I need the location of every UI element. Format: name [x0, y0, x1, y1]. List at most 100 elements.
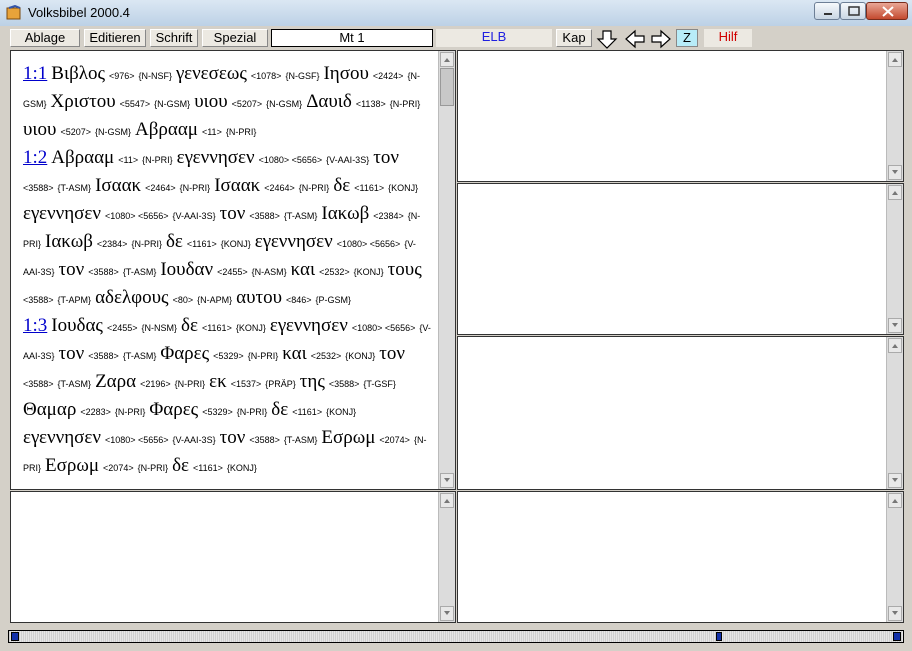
greek-word[interactable]: τον	[59, 259, 85, 280]
scroll-up-button[interactable]	[888, 493, 902, 508]
strong-number[interactable]: <2455>	[217, 267, 248, 277]
strong-number[interactable]: <2074>	[103, 463, 134, 473]
bottom-left-pane[interactable]	[10, 491, 456, 623]
horizontal-scrollbar[interactable]	[8, 630, 904, 643]
scroll-down-button[interactable]	[888, 606, 902, 621]
text-scrollbar[interactable]	[438, 51, 455, 489]
right-pane-1-scrollbar[interactable]	[886, 51, 903, 181]
greek-word[interactable]: εγεννησεν	[23, 203, 101, 224]
strong-number[interactable]: <5329>	[213, 351, 244, 361]
minimize-button[interactable]	[814, 2, 840, 20]
verse-ref-link[interactable]: 1:3	[23, 315, 47, 336]
strong-number[interactable]: <2532>	[311, 351, 342, 361]
strong-number[interactable]: <2532>	[319, 267, 350, 277]
strong-number[interactable]: <80>	[173, 295, 194, 305]
strong-number[interactable]: <1161>	[187, 239, 217, 249]
scroll-right-marker[interactable]	[893, 632, 901, 641]
strong-number[interactable]: <3588>	[88, 351, 119, 361]
strong-number[interactable]: <3588>	[249, 435, 280, 445]
right-pane-2[interactable]	[457, 183, 904, 335]
greek-word[interactable]: Δαυιδ	[306, 91, 352, 112]
z-button[interactable]: Z	[676, 29, 698, 47]
greek-word[interactable]: τους	[388, 259, 422, 280]
greek-word[interactable]: τον	[220, 203, 246, 224]
scroll-up-button[interactable]	[888, 338, 902, 353]
greek-word[interactable]: αδελφους	[95, 287, 169, 308]
greek-word[interactable]: εγεννησεν	[255, 231, 333, 252]
bottom-left-scrollbar[interactable]	[438, 492, 455, 622]
kap-button[interactable]: Kap	[556, 29, 592, 47]
strong-number[interactable]: <2384>	[97, 239, 128, 249]
greek-word[interactable]: εκ	[209, 371, 227, 392]
strong-number[interactable]: <3588>	[249, 211, 280, 221]
greek-word[interactable]: τον	[373, 147, 399, 168]
scroll-up-button[interactable]	[440, 52, 454, 67]
verse-ref-link[interactable]: 1:2	[23, 147, 47, 168]
strong-number[interactable]: <1161>	[202, 323, 232, 333]
strong-number[interactable]: <1080> <5656>	[259, 155, 323, 165]
greek-word[interactable]: δε	[333, 175, 350, 196]
scroll-thumb[interactable]	[440, 68, 454, 106]
greek-word[interactable]: Αβρααμ	[135, 119, 198, 140]
strong-number[interactable]: <976>	[109, 71, 135, 81]
spezial-menu[interactable]: Spezial	[202, 29, 268, 47]
greek-word[interactable]: Ισαακ	[214, 175, 260, 196]
scroll-up-button[interactable]	[440, 493, 454, 508]
strong-number[interactable]: <3588>	[23, 295, 54, 305]
strong-number[interactable]: <1537>	[231, 379, 262, 389]
hilf-button[interactable]: Hilf	[704, 29, 752, 47]
bottom-right-scrollbar[interactable]	[886, 492, 903, 622]
scroll-down-button[interactable]	[888, 473, 902, 488]
greek-word[interactable]: Φαρες	[160, 343, 209, 364]
greek-word[interactable]: εγεννησεν	[177, 147, 255, 168]
greek-word[interactable]: τον	[59, 343, 85, 364]
greek-word[interactable]: γενεσεως	[176, 63, 247, 84]
greek-word[interactable]: εγεννησεν	[23, 427, 101, 448]
translation-selector[interactable]: ELB	[436, 29, 552, 47]
ablage-menu[interactable]: Ablage	[10, 29, 80, 47]
close-button[interactable]	[866, 2, 908, 20]
strong-number[interactable]: <3588>	[23, 183, 54, 193]
scroll-down-button[interactable]	[888, 318, 902, 333]
strong-number[interactable]: <5207>	[232, 99, 263, 109]
greek-word[interactable]: Φαρες	[149, 399, 198, 420]
schrift-menu[interactable]: Schrift	[150, 29, 198, 47]
greek-word[interactable]: Θαμαρ	[23, 399, 76, 420]
right-pane-3[interactable]	[457, 336, 904, 490]
arrow-right-icon[interactable]	[650, 29, 672, 49]
right-pane-1[interactable]	[457, 50, 904, 182]
reference-input[interactable]: Mt 1	[271, 29, 433, 47]
right-pane-2-scrollbar[interactable]	[886, 184, 903, 334]
greek-word[interactable]: Ιουδας	[51, 315, 103, 336]
strong-number[interactable]: <2074>	[379, 435, 410, 445]
greek-word[interactable]: Βιβλος	[51, 63, 105, 84]
greek-word[interactable]: Ιακωβ	[45, 231, 93, 252]
strong-number[interactable]: <2464>	[145, 183, 176, 193]
strong-number[interactable]: <2424>	[373, 71, 404, 81]
greek-word[interactable]: υιου	[23, 119, 56, 140]
right-pane-3-scrollbar[interactable]	[886, 337, 903, 489]
strong-number[interactable]: <1161>	[292, 407, 322, 417]
greek-word[interactable]: Ιουδαν	[160, 259, 213, 280]
strong-number[interactable]: <2196>	[140, 379, 171, 389]
strong-number[interactable]: <1138>	[356, 99, 386, 109]
scroll-left-marker[interactable]	[11, 632, 19, 641]
greek-word[interactable]: Ισαακ	[95, 175, 141, 196]
strong-number[interactable]: <1080> <5656>	[352, 323, 416, 333]
greek-word[interactable]: Εσρωμ	[45, 455, 99, 476]
bottom-right-pane[interactable]	[457, 491, 904, 623]
greek-word[interactable]: υιου	[194, 91, 227, 112]
strong-number[interactable]: <2384>	[373, 211, 404, 221]
strong-number[interactable]: <2283>	[80, 407, 111, 417]
greek-word[interactable]: και	[282, 343, 306, 364]
greek-word[interactable]: και	[291, 259, 315, 280]
greek-word[interactable]: δε	[166, 231, 183, 252]
scroll-position-marker[interactable]	[716, 632, 722, 641]
greek-word[interactable]: Αβρααμ	[51, 147, 114, 168]
greek-word[interactable]: τον	[220, 427, 246, 448]
strong-number[interactable]: <5547>	[120, 99, 151, 109]
strong-number[interactable]: <3588>	[329, 379, 360, 389]
verse-ref-link[interactable]: 1:1	[23, 63, 47, 84]
greek-word[interactable]: Εσρωμ	[321, 427, 375, 448]
strong-number[interactable]: <11>	[202, 127, 222, 137]
